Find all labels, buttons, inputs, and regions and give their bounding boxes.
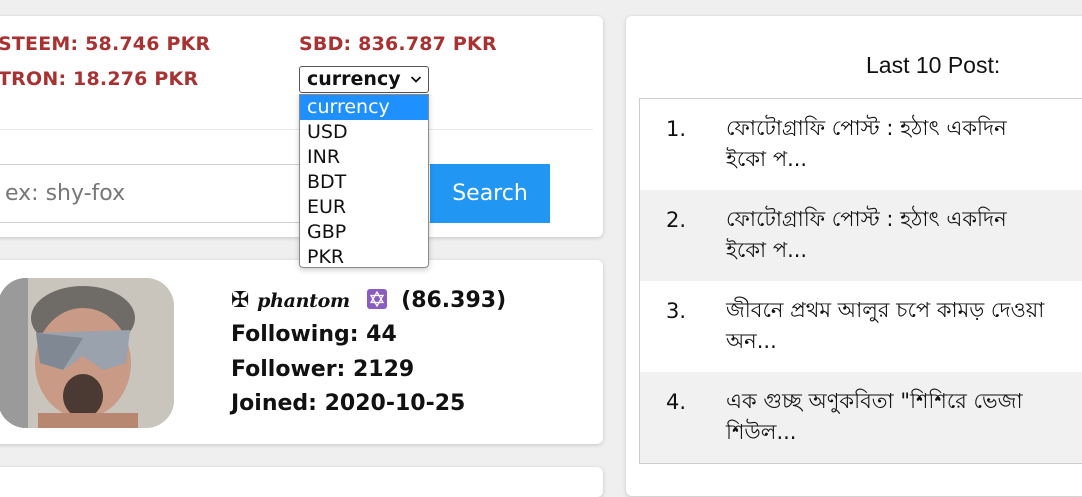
list-item[interactable]: 2. ফোটোগ্রাফি পোস্ট : হঠাৎ একদিন ইকো প..… — [640, 190, 1082, 281]
post-title-link[interactable]: এক গুচ্ছ অণুকবিতা "শিশিরে ভেজা শিউল... — [726, 386, 1066, 448]
currency-option-bdt[interactable]: BDT — [300, 170, 428, 195]
avatar — [0, 278, 174, 428]
post-list: 1. ফোটোগ্রাফি পোস্ট : হঠাৎ একদিন ইকো প..… — [639, 98, 1082, 464]
post-title-link[interactable]: ফোটোগ্রাফি পোস্ট : হঠাৎ একদিন ইকো প... — [726, 113, 1066, 175]
post-title-link[interactable]: জীবনে প্রথম আলুর চপে কামড় দেওয়া অন... — [726, 295, 1066, 357]
post-number: 1. — [666, 117, 687, 141]
currency-option-eur[interactable]: EUR — [300, 195, 428, 220]
username-link[interactable]: phantom — [257, 290, 350, 312]
steem-price: STEEM: 58.746 PKR — [0, 33, 211, 55]
list-item[interactable]: 4. এক গুচ্ছ অণুকবিতা "শিশিরে ভেজা শিউল..… — [640, 372, 1082, 463]
currency-select[interactable]: currency — [299, 66, 429, 93]
joined-date: Joined: 2020-10-25 — [231, 391, 466, 416]
post-number: 2. — [666, 208, 687, 232]
currency-option-usd[interactable]: USD — [300, 120, 428, 145]
divider — [0, 129, 593, 130]
post-title-link[interactable]: ফোটোগ্রাফি পোস্ট : হঠাৎ একদিন ইকো প... — [726, 204, 1066, 266]
reputation-score: (86.393) — [401, 288, 507, 313]
currency-option-pkr[interactable]: PKR — [300, 245, 428, 270]
star-of-david-icon — [367, 289, 388, 309]
next-card — [0, 467, 603, 497]
list-item[interactable]: 1. ফোটোগ্রাফি পোস্ট : হঠাৎ একদিন ইকো প..… — [640, 99, 1082, 190]
currency-option-inr[interactable]: INR — [300, 145, 428, 170]
sbd-price: SBD: 836.787 PKR — [299, 33, 497, 55]
search-button[interactable]: Search — [430, 164, 550, 223]
name-prefix: ✠ — [231, 288, 250, 313]
currency-select-value: currency — [307, 68, 401, 90]
posts-title: Last 10 Post: — [866, 52, 1001, 78]
currency-option-currency[interactable]: currency — [300, 95, 428, 120]
search-placeholder: ex: shy-fox — [5, 181, 126, 206]
profile-name-line: ✠ phantom (86.393) — [231, 288, 506, 313]
post-number: 3. — [666, 299, 687, 323]
currency-option-gbp[interactable]: GBP — [300, 220, 428, 245]
post-number: 4. — [666, 390, 687, 414]
tron-price: TRON: 18.276 PKR — [0, 68, 199, 90]
list-item[interactable]: 3. জীবনে প্রথম আলুর চপে কামড় দেওয়া অন.… — [640, 281, 1082, 372]
following-count: Following: 44 — [231, 322, 397, 347]
currency-dropdown-list: currency USD INR BDT EUR GBP PKR — [299, 94, 429, 268]
chevron-down-icon — [410, 76, 422, 83]
follower-count: Follower: 2129 — [231, 357, 415, 382]
